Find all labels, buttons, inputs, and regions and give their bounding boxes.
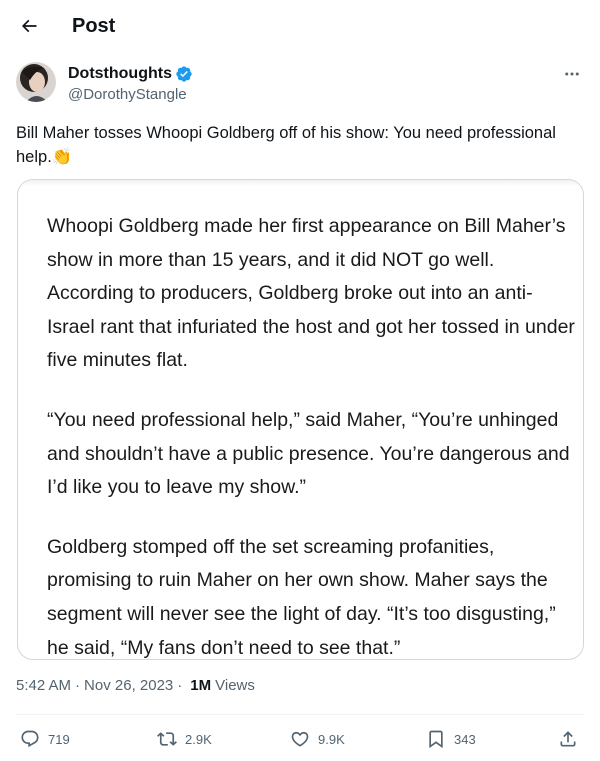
- verified-badge-icon: [176, 66, 192, 82]
- media-card[interactable]: Whoopi Goldberg made her first appearanc…: [17, 179, 584, 660]
- like-count: 9.9K: [318, 731, 345, 747]
- back-arrow-icon: [21, 19, 37, 33]
- media-text: Whoopi Goldberg made her first appearanc…: [47, 210, 577, 659]
- page-title: Post: [72, 15, 116, 37]
- user-handle[interactable]: @DorothyStangle: [68, 85, 187, 105]
- bookmark-icon: [429, 730, 443, 749]
- tweet-time[interactable]: 5:42 AM: [16, 676, 71, 696]
- bookmark-button[interactable]: 343: [426, 726, 476, 752]
- views-label: Views: [215, 677, 255, 694]
- reply-icon: [21, 730, 39, 748]
- action-bar: 719 2.9K 9.9K 343: [0, 722, 600, 756]
- reply-button[interactable]: 719: [20, 726, 70, 752]
- meta-separator: ·: [75, 677, 81, 694]
- repost-button[interactable]: 2.9K: [157, 726, 212, 752]
- more-button[interactable]: [560, 62, 584, 86]
- repost-icon: [157, 732, 177, 746]
- avatar[interactable]: [16, 62, 56, 102]
- media-paragraph: “You need professional help,” said Maher…: [47, 408, 570, 499]
- share-button[interactable]: [558, 726, 578, 752]
- tweet-author: Dotsthoughts @DorothyStangle: [16, 62, 584, 108]
- divider: [16, 714, 584, 715]
- tweet-meta: 5:42 AM · Nov 26, 2023 · 1M Views: [16, 676, 255, 696]
- media-paragraph: Whoopi Goldberg made her first appearanc…: [47, 215, 575, 372]
- tweet-date[interactable]: Nov 26, 2023: [84, 676, 173, 696]
- repost-count: 2.9K: [185, 731, 212, 747]
- like-icon: [291, 731, 309, 747]
- post-header: Post: [0, 0, 600, 52]
- views-count: 1M: [190, 677, 212, 694]
- like-button[interactable]: 9.9K: [290, 726, 345, 752]
- media-top-shadow: [18, 180, 583, 186]
- avatar-image: [16, 62, 56, 102]
- share-icon: [560, 731, 576, 747]
- reply-count: 719: [48, 731, 70, 747]
- tweet-text: Bill Maher tosses Whoopi Goldberg off of…: [16, 124, 556, 166]
- meta-separator: ·: [177, 677, 183, 694]
- back-button[interactable]: [16, 12, 42, 40]
- bookmark-count: 343: [454, 731, 476, 747]
- more-icon: [565, 72, 579, 76]
- media-paragraph: Goldberg stomped off the set screaming p…: [47, 535, 556, 659]
- display-name[interactable]: Dotsthoughts: [68, 64, 172, 84]
- name-row: Dotsthoughts: [68, 64, 193, 84]
